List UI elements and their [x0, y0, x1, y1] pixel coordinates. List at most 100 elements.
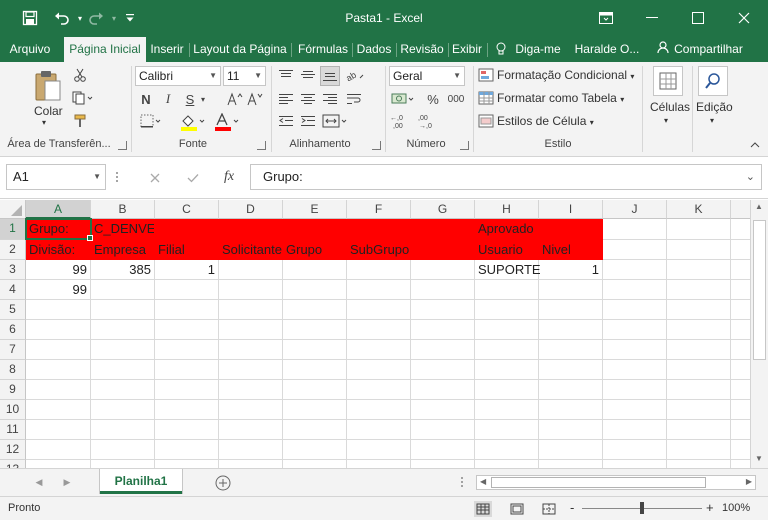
cell-b4[interactable]: [91, 280, 155, 300]
prev-sheet-icon[interactable]: ◀: [32, 475, 46, 489]
cell-h10[interactable]: [475, 400, 539, 420]
cell-g3[interactable]: [411, 260, 475, 280]
accounting-format-icon[interactable]: [389, 90, 417, 108]
cell-d9[interactable]: [219, 380, 283, 400]
row-header-12[interactable]: 12: [0, 440, 26, 460]
number-launcher-icon[interactable]: [460, 141, 469, 150]
row-header-10[interactable]: 10: [0, 400, 26, 420]
cell-i5[interactable]: [539, 300, 603, 320]
cell-j8[interactable]: [603, 360, 667, 380]
cell-c9[interactable]: [155, 380, 219, 400]
cell-h1[interactable]: Aprovado: [475, 219, 539, 240]
cell-f3[interactable]: [347, 260, 411, 280]
cell-k1[interactable]: [667, 219, 731, 240]
number-format-select[interactable]: Geral ▼: [389, 66, 465, 86]
formula-input[interactable]: Grupo: ⌄: [250, 164, 762, 190]
cell-g12[interactable]: [411, 440, 475, 460]
cell-d3[interactable]: [219, 260, 283, 280]
scroll-down-icon[interactable]: ▼: [755, 454, 763, 463]
cell-i3[interactable]: 1: [539, 260, 603, 280]
cell-f8[interactable]: [347, 360, 411, 380]
cell-j12[interactable]: [603, 440, 667, 460]
name-box-dropdown-icon[interactable]: ▼: [93, 165, 101, 189]
increase-indent-icon[interactable]: [298, 112, 318, 130]
paste-icon[interactable]: [30, 68, 66, 104]
cell-f1[interactable]: [347, 219, 411, 240]
cell-b9[interactable]: [91, 380, 155, 400]
cell-k5[interactable]: [667, 300, 731, 320]
column-header-e[interactable]: E: [283, 200, 347, 219]
cell-styles-icon[interactable]: [477, 113, 495, 129]
lightbulb-icon[interactable]: [494, 37, 508, 62]
vertical-scrollbar[interactable]: ▲ ▼: [750, 200, 768, 468]
page-layout-view-icon[interactable]: [508, 501, 526, 517]
sheet-tab-planilha1[interactable]: Planilha1: [100, 469, 182, 494]
cell-k11[interactable]: [667, 420, 731, 440]
cell-j10[interactable]: [603, 400, 667, 420]
fill-handle[interactable]: [87, 235, 93, 241]
cell-a2[interactable]: Divisão:: [26, 240, 91, 260]
zoom-slider-thumb[interactable]: [640, 502, 644, 514]
cell-e13[interactable]: [283, 460, 347, 468]
close-icon[interactable]: [726, 4, 762, 32]
cell-e7[interactable]: [283, 340, 347, 360]
cell-g9[interactable]: [411, 380, 475, 400]
cell-d11[interactable]: [219, 420, 283, 440]
paste-dropdown-icon[interactable]: ▾: [42, 118, 46, 127]
horizontal-scrollbar[interactable]: ◀ ▶: [476, 475, 756, 490]
cell-a10[interactable]: [26, 400, 91, 420]
cell-d1[interactable]: [219, 219, 283, 240]
cell-c10[interactable]: [155, 400, 219, 420]
cell-j5[interactable]: [603, 300, 667, 320]
cell-i12[interactable]: [539, 440, 603, 460]
cell-i6[interactable]: [539, 320, 603, 340]
tab-formulas[interactable]: Fórmulas: [296, 37, 350, 62]
cell-e12[interactable]: [283, 440, 347, 460]
cell-i8[interactable]: [539, 360, 603, 380]
cell-k12[interactable]: [667, 440, 731, 460]
cell-h12[interactable]: [475, 440, 539, 460]
cell-g8[interactable]: [411, 360, 475, 380]
cell-j9[interactable]: [603, 380, 667, 400]
minimize-icon[interactable]: [634, 4, 670, 32]
insert-function-icon[interactable]: fx: [220, 168, 238, 186]
decrease-decimal-icon[interactable]: ,00 →,0: [417, 112, 441, 130]
cell-styles-button[interactable]: Estilos de Célula ▾: [497, 114, 594, 128]
cell-j1[interactable]: [603, 219, 667, 240]
row-header-8[interactable]: 8: [0, 360, 26, 380]
cell-e1[interactable]: [283, 219, 347, 240]
user-account[interactable]: Haralde O...: [572, 37, 642, 62]
cell-j11[interactable]: [603, 420, 667, 440]
cell-j2[interactable]: [603, 240, 667, 260]
cell-h4[interactable]: [475, 280, 539, 300]
alignment-launcher-icon[interactable]: [372, 141, 381, 150]
row-header-4[interactable]: 4: [0, 280, 26, 300]
tab-revisao[interactable]: Revisão: [399, 37, 445, 62]
align-left-icon[interactable]: [276, 90, 296, 108]
cell-a5[interactable]: [26, 300, 91, 320]
column-header-d[interactable]: D: [219, 200, 283, 219]
cell-h7[interactable]: [475, 340, 539, 360]
row-header-9[interactable]: 9: [0, 380, 26, 400]
cell-a7[interactable]: [26, 340, 91, 360]
increase-font-icon[interactable]: [226, 90, 244, 108]
cell-e8[interactable]: [283, 360, 347, 380]
clipboard-launcher-icon[interactable]: [118, 141, 127, 150]
share-button[interactable]: Compartilhar: [648, 37, 752, 62]
cell-e10[interactable]: [283, 400, 347, 420]
cell-h2[interactable]: Usuario: [475, 240, 539, 260]
cell-a6[interactable]: [26, 320, 91, 340]
decrease-indent-icon[interactable]: [276, 112, 296, 130]
cell-a3[interactable]: 99: [26, 260, 91, 280]
name-box[interactable]: A1 ▼: [6, 164, 106, 190]
cells-button[interactable]: Células: [650, 100, 690, 114]
format-painter-icon[interactable]: [70, 112, 90, 130]
cell-h11[interactable]: [475, 420, 539, 440]
cell-f9[interactable]: [347, 380, 411, 400]
cell-f5[interactable]: [347, 300, 411, 320]
cell-k2[interactable]: [667, 240, 731, 260]
scroll-up-icon[interactable]: ▲: [755, 202, 763, 211]
column-header-h[interactable]: H: [475, 200, 539, 219]
cell-h9[interactable]: [475, 380, 539, 400]
cell-i13[interactable]: [539, 460, 603, 468]
